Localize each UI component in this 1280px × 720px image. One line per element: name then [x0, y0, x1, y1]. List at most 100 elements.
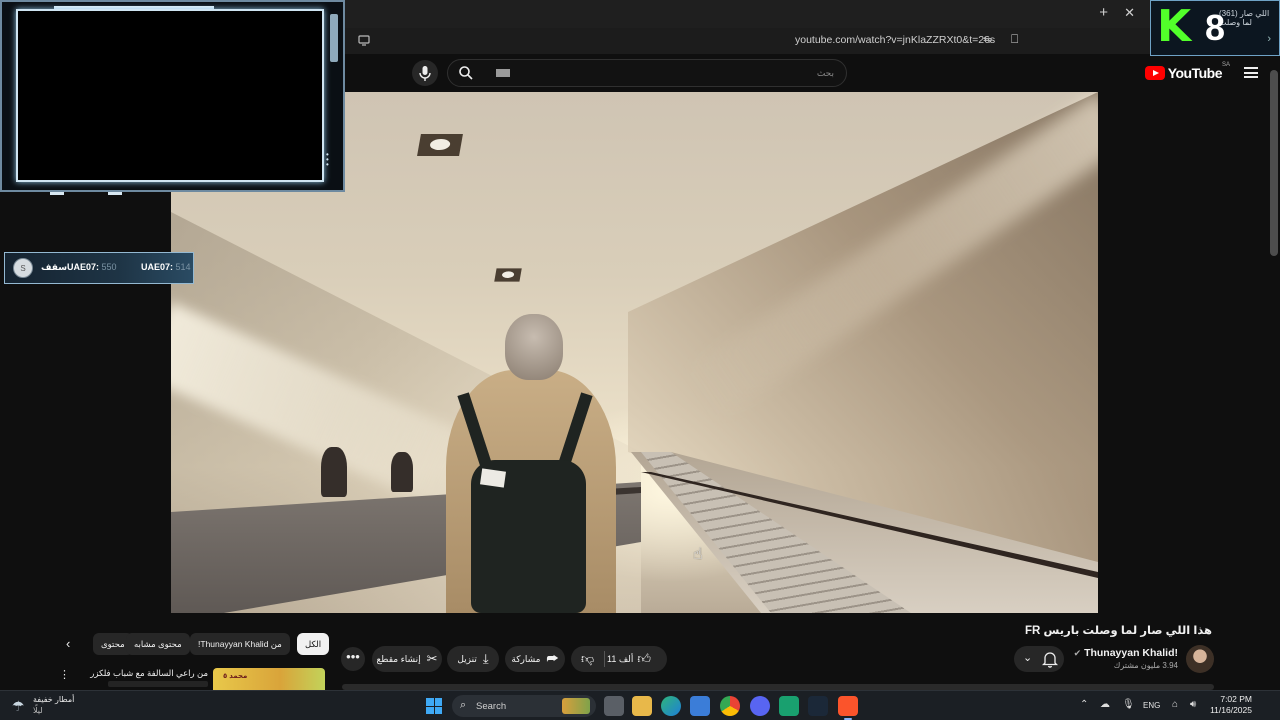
ceiling-light: [494, 268, 522, 282]
like-divider: [604, 651, 605, 667]
hand-cursor-icon: ☝: [693, 546, 703, 563]
more-actions-button[interactable]: •••: [341, 647, 365, 671]
score-overlay: S سقف UAE07: 550 UAE07: 514: [4, 252, 194, 284]
network-icon[interactable]: ⌂: [1172, 699, 1178, 710]
voice-search-button[interactable]: [412, 60, 438, 86]
discord-icon[interactable]: [750, 696, 770, 716]
cloud-icon[interactable]: ☁: [1100, 699, 1110, 710]
address-bar[interactable]: youtube.com/watch?v=jnKlaZZRXt0&t=26s ⇋ …: [345, 28, 1280, 54]
background-person: [391, 452, 413, 492]
youtube-header: بحث YouTube SA: [345, 54, 1280, 92]
task-view-icon[interactable]: [604, 696, 624, 716]
page-scrollbar[interactable]: [1270, 70, 1278, 256]
chrome-icon[interactable]: [720, 696, 740, 716]
search-text-cursor: [496, 69, 510, 77]
download-label: تنزيل: [457, 653, 477, 664]
person-head: [505, 314, 563, 380]
video-title: هذا اللي صار لما وصلت باريس FR: [1024, 625, 1212, 637]
verified-icon: ✔: [1073, 648, 1082, 658]
scissors-icon: ✂: [426, 651, 438, 666]
microphone-icon: [419, 66, 431, 81]
subscriber-count: 3.94 مليون مشترك: [1113, 661, 1178, 670]
overlay-tab: [50, 192, 64, 195]
thumbs-up-icon: 👍︎: [637, 651, 651, 666]
score-left-label: سقف: [41, 262, 68, 272]
steam-icon[interactable]: [808, 696, 828, 716]
clip-label: إنشاء مقطع: [376, 653, 421, 664]
like-button[interactable]: 11 ألف 👍︎: [607, 646, 651, 672]
taskbar-search-label: Search: [476, 701, 507, 712]
bell-icon: [1042, 652, 1058, 668]
clip-button[interactable]: إنشاء مقطع ✂: [372, 646, 442, 672]
recommendation-thumbnail[interactable]: محمد ٥: [213, 668, 325, 690]
edge-browser-icon[interactable]: [661, 696, 681, 716]
channel-name[interactable]: ✔ Thunayyan Khalid!: [1074, 647, 1178, 659]
overlay-scroll-indicator: [330, 14, 338, 62]
search-icon: ⌕: [460, 699, 467, 711]
search-icon[interactable]: [458, 65, 474, 81]
search-box[interactable]: بحث: [447, 59, 847, 87]
weather-time[interactable]: ليلًا: [33, 706, 43, 715]
clock-date[interactable]: 11/16/2025: [1208, 705, 1252, 715]
score-2: UAE07: 514: [141, 262, 191, 272]
new-tab-button[interactable]: +: [1099, 4, 1108, 21]
store-icon[interactable]: [690, 696, 710, 716]
score-1: UAE07: 550: [67, 262, 117, 272]
chevron-up-icon[interactable]: ⌃: [1080, 699, 1088, 710]
webcam-area: [16, 9, 324, 182]
volume-icon[interactable]: 🔊︎: [1190, 699, 1196, 710]
weather-rain-icon[interactable]: ☂: [12, 698, 25, 715]
background-person: [321, 447, 347, 497]
k8-logo-overlay: (361) اللي صار لما وصلت K 8 ›: [1150, 0, 1280, 56]
search-input[interactable]: بحث: [817, 68, 834, 79]
page-info-icon[interactable]: [357, 33, 371, 47]
translate-icon[interactable]: ⇋: [983, 33, 992, 46]
youtube-play-icon: [1144, 66, 1165, 80]
download-button[interactable]: تنزيل ⤓: [447, 646, 499, 672]
subscribed-notifications-button[interactable]: ⌄: [1014, 646, 1064, 672]
download-icon: ⤓: [482, 651, 489, 666]
thumbs-down-icon[interactable]: 👎︎: [581, 651, 594, 667]
windows-start-icon[interactable]: [426, 698, 442, 714]
ball-icon: S: [13, 258, 33, 278]
taskbar-search[interactable]: ⌕ Search: [452, 695, 596, 717]
chevron-down-icon: ⌄: [1023, 652, 1033, 664]
recommendation-title[interactable]: من راعي السالفة مع شباب فلكزر: [90, 668, 208, 679]
chip-from-channel[interactable]: من Thunayyan Khalid!: [190, 633, 290, 655]
chevron-left-icon[interactable]: ‹: [66, 636, 70, 651]
k8-logo-k: K: [1157, 1, 1192, 52]
channel-avatar[interactable]: [1186, 645, 1214, 673]
chip-related[interactable]: محتوى مشابه: [126, 633, 190, 655]
share-icon: ⮫: [546, 651, 559, 666]
windows-taskbar: ☂ أمطار خفيفة ليلًا ⌕ Search ⌃ ☁ 🎙︎ ENG …: [0, 690, 1280, 720]
brave-browser-icon[interactable]: [838, 696, 858, 716]
chevron-right-icon: ›: [1267, 33, 1271, 45]
app-icon[interactable]: [779, 696, 799, 716]
backpack-tag: [480, 468, 506, 488]
country-code: SA: [1221, 62, 1230, 68]
youtube-logo[interactable]: YouTube: [1144, 64, 1223, 82]
weather-condition[interactable]: أمطار خفيفة: [33, 695, 74, 704]
share-label: مشاركة: [511, 653, 541, 664]
language-indicator[interactable]: ENG: [1143, 701, 1160, 710]
recommendation-meta: [108, 681, 208, 687]
chip-all[interactable]: الكل: [297, 633, 330, 655]
overlay-tab: [108, 192, 122, 195]
youtube-wordmark: YouTube: [1167, 65, 1223, 81]
file-explorer-icon[interactable]: [632, 696, 652, 716]
microphone-tray-icon[interactable]: 🎙︎: [1122, 699, 1135, 710]
thumbnail-text: محمد ٥: [223, 673, 248, 680]
menu-icon[interactable]: [1244, 67, 1258, 78]
bookmark-icon[interactable]: ⎕: [1011, 32, 1018, 47]
ceiling-light: [417, 134, 463, 156]
share-button[interactable]: مشاركة ⮫: [505, 646, 565, 672]
like-count: 11 ألف: [607, 653, 634, 664]
like-dislike-group: 👎︎ 11 ألف 👍︎: [571, 646, 667, 672]
tab-title[interactable]: (361) اللي صار لما وصلت: [1219, 9, 1279, 27]
url-text[interactable]: youtube.com/watch?v=jnKlaZZRXt0&t=26s: [795, 34, 995, 46]
overlay-dots-icon: • • •: [326, 150, 329, 169]
tab-close-icon[interactable]: ✕: [1124, 5, 1135, 21]
recommendation-menu-icon[interactable]: ⋮: [59, 668, 70, 681]
search-highlight-image: [562, 698, 590, 714]
clock-time[interactable]: 7:02 PM: [1208, 694, 1252, 704]
